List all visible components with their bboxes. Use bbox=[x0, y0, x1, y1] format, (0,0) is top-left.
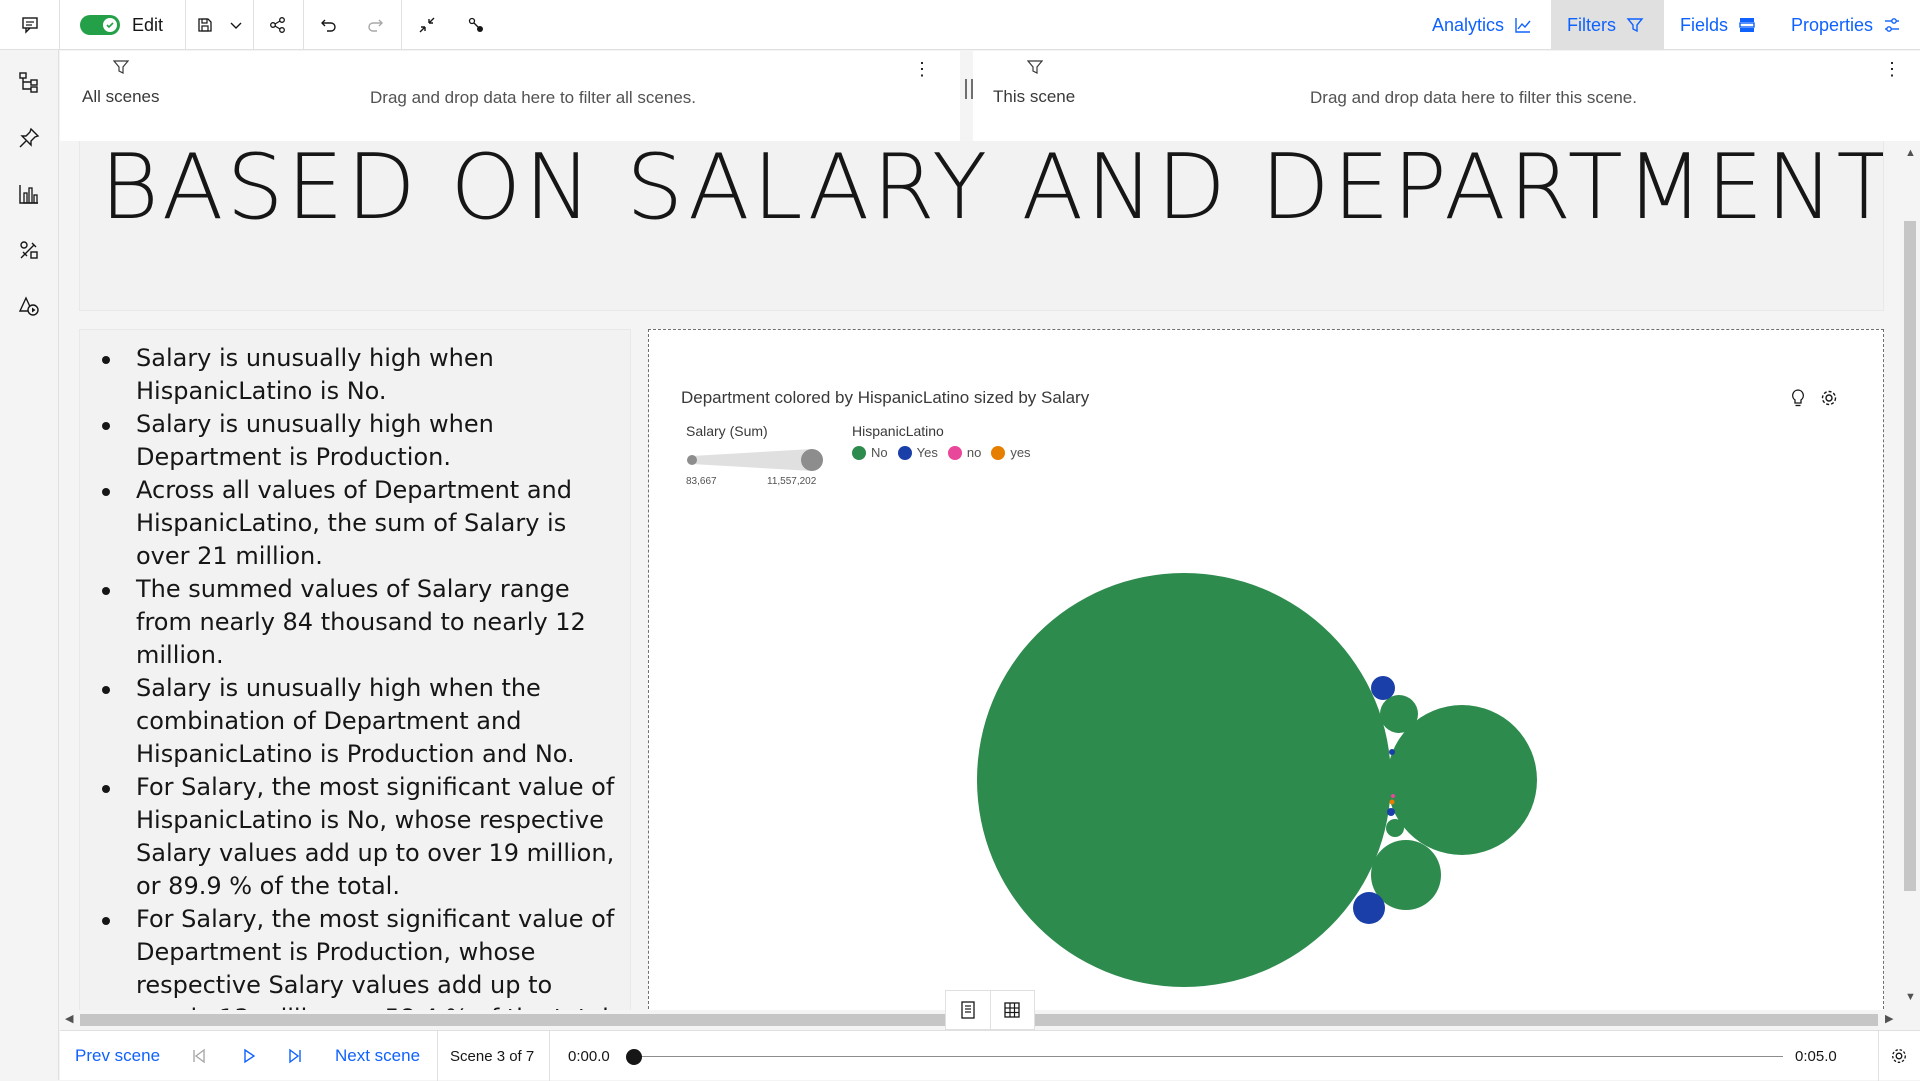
shapes-play-icon[interactable] bbox=[15, 292, 43, 320]
play-icon[interactable] bbox=[240, 1031, 258, 1081]
chevron-down-icon[interactable] bbox=[225, 0, 247, 50]
this-scene-drop-hint: Drag and drop data here to filter this s… bbox=[1310, 88, 1637, 107]
bubble bbox=[1380, 695, 1418, 733]
scroll-left-icon[interactable]: ◀ bbox=[65, 1012, 73, 1025]
this-scene-filter-panel[interactable]: This scene Drag and drop data here to fi… bbox=[973, 51, 1920, 141]
sliders-icon bbox=[1885, 18, 1900, 32]
insights-widget[interactable]: Salary is unusually high when HispanicLa… bbox=[79, 329, 631, 1010]
this-scene-label: This scene bbox=[993, 87, 1076, 106]
tab-fields[interactable]: Fields bbox=[1664, 0, 1772, 50]
scroll-thumb[interactable] bbox=[1904, 221, 1916, 891]
overflow-menu-icon[interactable]: ⋮ bbox=[1883, 59, 1901, 80]
insight-item: Salary is unusually high when Department… bbox=[100, 408, 618, 474]
tab-filters-label: Filters bbox=[1567, 14, 1616, 35]
all-scenes-label: All scenes bbox=[82, 87, 160, 106]
all-scenes-filter-panel[interactable]: All scenes Drag and drop data here to fi… bbox=[60, 51, 960, 141]
time-end: 0:05.0 bbox=[1795, 1047, 1837, 1065]
save-icon[interactable] bbox=[193, 0, 217, 50]
bubble bbox=[1371, 676, 1395, 700]
page-title: BASED ON SALARY AND DEPARTMENT bbox=[100, 141, 1884, 240]
insight-item: Salary is unusually high when the combin… bbox=[100, 672, 618, 771]
insight-item: The summed values of Salary range from n… bbox=[100, 573, 618, 672]
connect-icon[interactable] bbox=[464, 0, 488, 50]
bubble bbox=[1389, 749, 1395, 755]
bubble bbox=[1353, 892, 1385, 924]
timeline-handle[interactable] bbox=[626, 1049, 642, 1065]
redo-icon[interactable] bbox=[364, 0, 388, 50]
scroll-down-icon[interactable]: ▼ bbox=[1905, 991, 1916, 1003]
scene-counter: Scene 3 of 7 bbox=[450, 1047, 535, 1065]
insight-item: For Salary, the most significant value o… bbox=[100, 903, 618, 1010]
toggle-switch[interactable] bbox=[80, 15, 120, 35]
filter-bar: All scenes Drag and drop data here to fi… bbox=[60, 51, 1920, 141]
all-scenes-drop-hint: Drag and drop data here to filter all sc… bbox=[370, 88, 697, 107]
grid-view-icon[interactable] bbox=[989, 991, 1035, 1029]
share-icon[interactable] bbox=[266, 0, 290, 50]
collapse-icon[interactable] bbox=[415, 0, 439, 50]
undo-icon[interactable] bbox=[316, 0, 340, 50]
insight-item: Across all values of Department and Hisp… bbox=[100, 474, 618, 573]
view-switcher bbox=[945, 990, 1035, 1030]
vertical-scrollbar[interactable]: ▲ ▼ bbox=[1900, 141, 1920, 1010]
tab-analytics[interactable]: Analytics bbox=[1416, 0, 1548, 50]
overflow-menu-icon[interactable]: ⋮ bbox=[913, 59, 931, 80]
tab-analytics-label: Analytics bbox=[1432, 14, 1505, 35]
top-toolbar: Edit Analytics Filters Fields Properties bbox=[0, 0, 1920, 50]
comment-icon[interactable] bbox=[15, 0, 45, 50]
filter-icon bbox=[1626, 18, 1644, 33]
title-widget[interactable]: BASED ON SALARY AND DEPARTMENT bbox=[79, 141, 1884, 311]
tab-properties-label: Properties bbox=[1791, 14, 1874, 35]
prev-scene-button[interactable]: Prev scene bbox=[75, 1031, 160, 1081]
filter-icon bbox=[113, 60, 129, 74]
scene-canvas: BASED ON SALARY AND DEPARTMENT Salary is… bbox=[60, 141, 1900, 1010]
bubble bbox=[1387, 808, 1395, 816]
next-scene-button[interactable]: Next scene bbox=[335, 1031, 420, 1081]
data-table-icon bbox=[1739, 18, 1755, 32]
edit-toggle[interactable]: Edit bbox=[80, 0, 185, 50]
pin-icon[interactable] bbox=[15, 124, 43, 152]
scroll-up-icon[interactable]: ▲ bbox=[1905, 147, 1916, 159]
gear-icon[interactable] bbox=[1890, 1031, 1908, 1081]
scroll-right-icon[interactable]: ▶ bbox=[1885, 1012, 1893, 1025]
bubble bbox=[1386, 819, 1404, 837]
bubble bbox=[1391, 794, 1395, 798]
bar-chart-icon[interactable] bbox=[15, 180, 43, 208]
tools-icon[interactable] bbox=[15, 236, 43, 264]
filter-icon bbox=[1027, 60, 1043, 74]
edit-label: Edit bbox=[132, 14, 164, 35]
document-view-icon[interactable] bbox=[946, 991, 990, 1029]
insight-item: Salary is unusually high when HispanicLa… bbox=[100, 342, 618, 408]
panel-splitter[interactable] bbox=[965, 79, 973, 99]
tab-fields-label: Fields bbox=[1680, 14, 1729, 35]
data-tree-icon[interactable] bbox=[15, 68, 43, 96]
scene-player: Prev scene Next scene Scene 3 of 7 0:00.… bbox=[60, 1030, 1920, 1081]
left-rail bbox=[0, 50, 59, 1080]
skip-forward-icon[interactable] bbox=[286, 1031, 304, 1081]
tab-filters[interactable]: Filters bbox=[1551, 0, 1664, 50]
bubble bbox=[1389, 799, 1395, 805]
bubble bbox=[977, 573, 1391, 987]
bubble-plot bbox=[977, 573, 1537, 987]
insight-item: For Salary, the most significant value o… bbox=[100, 771, 618, 903]
skip-back-icon[interactable] bbox=[190, 1031, 208, 1081]
time-start: 0:00.0 bbox=[568, 1047, 610, 1065]
tab-properties[interactable]: Properties bbox=[1775, 0, 1917, 50]
bubble-chart-widget[interactable]: Department colored by HispanicLatino siz… bbox=[648, 329, 1884, 1010]
chart-line-icon bbox=[1515, 18, 1531, 33]
timeline-track[interactable] bbox=[633, 1056, 1783, 1057]
